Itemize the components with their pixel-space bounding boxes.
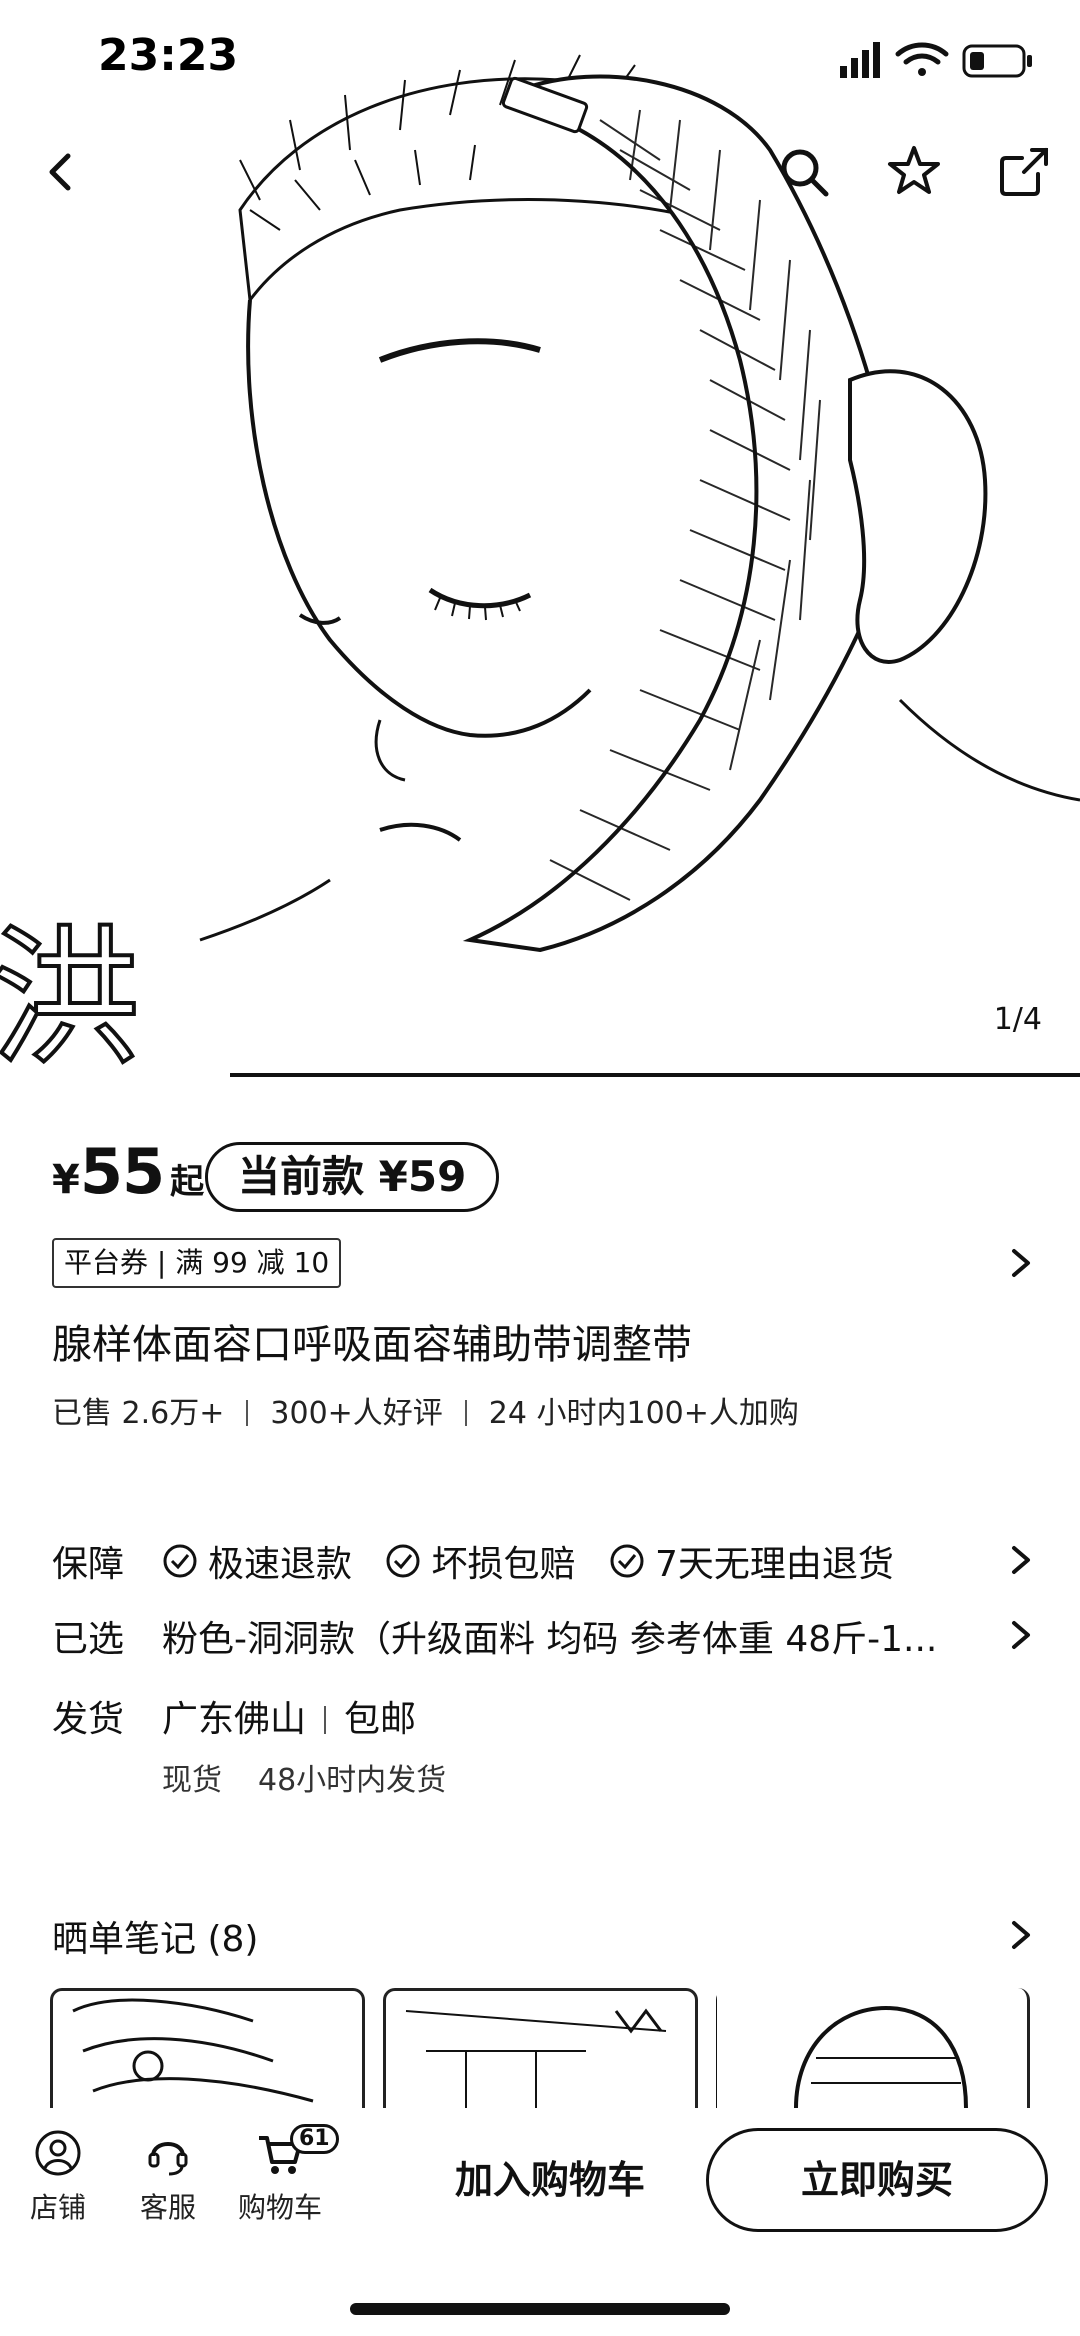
chevron-right-icon[interactable] xyxy=(1000,1615,1040,1655)
chevron-right-icon[interactable] xyxy=(1000,1243,1040,1283)
notes-title: 晒单笔记 (8) xyxy=(52,1919,259,1960)
buy-now-button[interactable]: 立即购买 xyxy=(706,2128,1048,2232)
price-suffix: 起 xyxy=(170,1162,205,1202)
selected-variant[interactable]: 粉色-洞洞款（升级面料 均码 参考体重 48斤-1... xyxy=(162,1610,942,1662)
tab-label: 客服 xyxy=(139,2191,196,2224)
check-circle-icon xyxy=(610,1544,644,1578)
coupon-badge[interactable]: 平台券 | 满 99 减 10 xyxy=(52,1238,342,1288)
image-counter: 1/4 xyxy=(993,1002,1042,1037)
guarantee-items[interactable]: 极速退款 坏损包赔 7天无理由退货 xyxy=(162,1535,916,1588)
cart-adds: 24 小时内100+人加购 xyxy=(488,1396,799,1431)
store-icon xyxy=(35,2130,81,2176)
note-photo xyxy=(72,1998,314,2103)
check-circle-icon xyxy=(163,1544,197,1578)
price-row: ¥55 起 xyxy=(52,1135,204,1215)
sales-stats: 已售 2.6万+ 300+人好评 24 小时内100+人加购 xyxy=(52,1388,799,1432)
price-amount: 55 xyxy=(79,1135,165,1208)
guarantee-item: 7天无理由退货 xyxy=(609,1535,894,1587)
wifi-icon xyxy=(895,42,949,76)
search-button[interactable] xyxy=(772,140,836,204)
back-icon xyxy=(49,153,71,191)
note-photo xyxy=(405,2008,667,2108)
ship-time: 48小时内发货 xyxy=(258,1763,447,1798)
current-variant-price: 当前款 ¥59 xyxy=(205,1142,500,1212)
divider xyxy=(246,1400,249,1426)
sold-count: 已售 2.6万+ xyxy=(52,1396,225,1431)
status-icons xyxy=(840,42,1032,78)
note-thumbnail[interactable] xyxy=(383,1988,698,2108)
review-count: 300+人好评 xyxy=(270,1396,443,1431)
free-shipping: 包邮 xyxy=(344,1699,417,1740)
currency-symbol: ¥ xyxy=(52,1157,80,1203)
guarantee-item: 坏损包赔 xyxy=(385,1535,575,1587)
watermark-glyph: 洪 xyxy=(0,912,140,1085)
status-bar: 23:23 xyxy=(0,0,1080,120)
tab-label: 购物车 xyxy=(237,2191,322,2224)
share-icon xyxy=(1000,148,1048,196)
tab-service[interactable]: 客服 xyxy=(118,2128,218,2226)
divider xyxy=(464,1400,467,1426)
check-circle-icon xyxy=(386,1544,420,1578)
divider xyxy=(324,1706,327,1734)
status-time: 23:23 xyxy=(98,30,239,81)
selected-label: 已选 xyxy=(52,1619,125,1660)
ship-origin: 广东佛山 xyxy=(162,1699,307,1740)
tab-label: 店铺 xyxy=(29,2191,86,2224)
headset-icon xyxy=(148,2142,188,2176)
shipping-info: 广东佛山 包邮 xyxy=(162,1690,416,1742)
note-photo xyxy=(716,1988,968,2108)
guarantee-item: 极速退款 xyxy=(162,1535,352,1587)
chevron-right-icon[interactable] xyxy=(1000,1540,1040,1580)
battery-icon xyxy=(962,44,1032,78)
back-button[interactable] xyxy=(30,140,94,204)
note-thumbnail[interactable] xyxy=(50,1988,365,2108)
share-button[interactable] xyxy=(992,140,1056,204)
tab-store[interactable]: 店铺 xyxy=(8,2128,108,2226)
home-indicator[interactable] xyxy=(350,2303,730,2315)
note-thumbnail[interactable] xyxy=(716,1988,1030,2108)
add-to-cart-button[interactable]: 加入购物车 xyxy=(400,2130,700,2230)
guarantee-label: 保障 xyxy=(52,1544,125,1585)
search-icon xyxy=(781,149,829,197)
shipping-label: 发货 xyxy=(52,1699,125,1740)
signal-icon xyxy=(840,42,880,78)
cart-badge: 61 xyxy=(290,2124,339,2154)
product-title: 腺样体面容口呼吸面容辅助带调整带 xyxy=(52,1322,692,1368)
stock-status: 现货 xyxy=(162,1763,222,1798)
chevron-right-icon[interactable] xyxy=(1000,1915,1040,1955)
star-icon xyxy=(888,146,940,194)
shipping-sub: 现货 48小时内发货 xyxy=(162,1755,446,1799)
favorite-button[interactable] xyxy=(882,140,946,204)
